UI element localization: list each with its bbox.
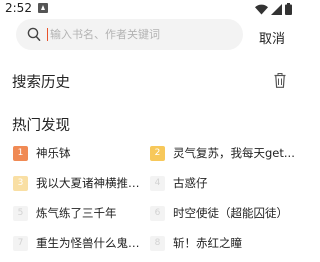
rank-badge: 8 xyxy=(150,235,165,251)
hot-item-title: 古惑仔 xyxy=(173,176,208,190)
rank-badge: 4 xyxy=(150,175,165,191)
search-history-title: 搜索历史 xyxy=(12,75,70,91)
search-bar[interactable] xyxy=(16,19,243,50)
status-time: 2:52 xyxy=(5,1,32,15)
status-bar: 2:52 xyxy=(0,0,298,18)
hot-item[interactable]: 8 斩！赤红之瞳 xyxy=(150,234,296,252)
rank-badge: 1 xyxy=(13,145,28,161)
hot-item-title: 重生为怪兽什么鬼2:... xyxy=(36,236,141,250)
rank-badge: 5 xyxy=(13,205,28,221)
system-icons xyxy=(255,3,292,15)
wifi-icon xyxy=(255,4,268,14)
search-input[interactable] xyxy=(50,24,230,45)
hot-item-title: 我以大夏诸神横推全球 xyxy=(36,176,149,190)
trash-icon[interactable] xyxy=(274,73,286,88)
battery-icon xyxy=(285,3,292,15)
hot-item[interactable]: 2 灵气复苏，我每天get... xyxy=(150,144,296,162)
hot-item-title: 灵气复苏，我每天get... xyxy=(173,146,295,160)
hot-item-title: 神乐钵 xyxy=(36,146,71,160)
rank-badge: 2 xyxy=(150,145,165,161)
text-cursor xyxy=(47,28,48,41)
rank-badge: 3 xyxy=(13,175,28,191)
cancel-button[interactable]: 取消 xyxy=(259,28,285,47)
search-icon xyxy=(27,27,41,41)
hot-item-title: 炼气练了三千年 xyxy=(36,206,117,220)
hot-item[interactable]: 1 神乐钵 xyxy=(13,144,141,162)
hot-item[interactable]: 7 重生为怪兽什么鬼2:... xyxy=(13,234,141,252)
hot-item[interactable]: 3 我以大夏诸神横推全球 xyxy=(13,174,149,192)
hot-item[interactable]: 4 古惑仔 xyxy=(150,174,296,192)
rank-badge: 6 xyxy=(150,205,165,221)
hot-item-title: 时空使徒（超能囚徒） xyxy=(173,206,288,220)
hot-item[interactable]: 6 时空使徒（超能囚徒） xyxy=(150,204,296,222)
notification-icon xyxy=(38,3,48,13)
hot-item-title: 斩！赤红之瞳 xyxy=(173,236,242,250)
rank-badge: 7 xyxy=(13,235,28,251)
hot-item[interactable]: 5 炼气练了三千年 xyxy=(13,204,141,222)
hot-discovery-title: 热门发现 xyxy=(12,118,70,134)
signal-icon xyxy=(271,3,282,15)
